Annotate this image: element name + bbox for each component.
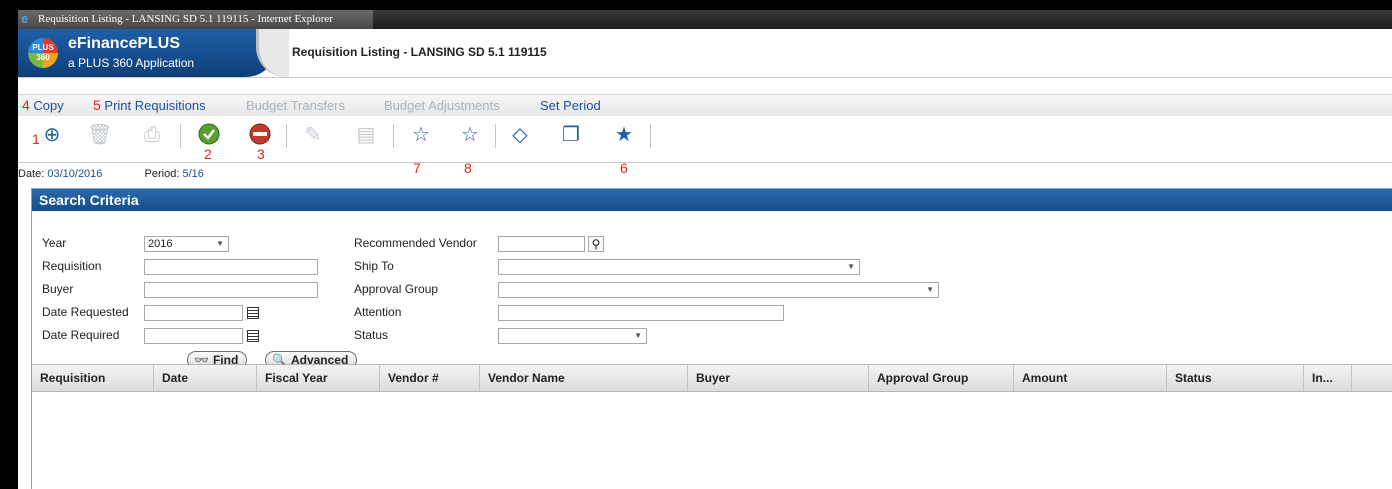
menu-item-budget-transfers[interactable]: Budget Transfers [246, 95, 345, 116]
approval-group-label: Approval Group [354, 282, 439, 296]
date-requested-label: Date Requested [42, 305, 129, 319]
brand-area: PLUS 360 eFinancePLUS a PLUS 360 Applica… [18, 29, 276, 77]
add-icon[interactable]: ⊕ [40, 123, 64, 147]
requisition-input[interactable] [144, 259, 318, 275]
callout-6: 6 [620, 160, 628, 176]
menu-item-label: Budget Adjustments [384, 98, 500, 113]
column-date[interactable]: Date [154, 365, 257, 391]
copy-icon[interactable]: ❐ [559, 123, 583, 147]
date-requested-input[interactable] [144, 305, 243, 321]
callout-7: 7 [413, 160, 421, 176]
chevron-down-icon: ▼ [634, 331, 642, 340]
menu-item-label: Budget Transfers [246, 98, 345, 113]
callout-1: 1 [32, 131, 40, 147]
status-select[interactable]: ▼ [498, 328, 647, 344]
ok-icon[interactable] [197, 123, 221, 147]
session-info: Date: 03/10/2016 Period: 5/16 [18, 168, 204, 180]
panel-header: Search Criteria [32, 189, 1392, 211]
menu-item-copy[interactable]: 4 Copy [22, 95, 64, 116]
menu-item-print-requisitions[interactable]: 5 Print Requisitions [93, 95, 206, 116]
column-approval-group[interactable]: Approval Group [869, 365, 1014, 391]
date-required-label: Date Required [42, 328, 120, 342]
buyer-label: Buyer [42, 282, 74, 296]
column-vendor-name[interactable]: Vendor Name [480, 365, 688, 391]
column-requisition[interactable]: Requisition [32, 365, 154, 391]
diamond-icon[interactable]: ◇ [508, 123, 532, 147]
star-outline-icon[interactable]: ☆ [458, 123, 482, 147]
calendar-icon[interactable] [247, 307, 259, 319]
toolbar: 1 ⊕ 🗑 ⎙ 2 3 ✎ ▤ ☆ 7 ☆ 8 ◇ ❐ ★ 6 [18, 116, 1392, 176]
approval-group-select[interactable]: ▼ [498, 282, 939, 298]
menu-item-label: Set Period [540, 98, 601, 113]
app-subtitle: a PLUS 360 Application [68, 56, 195, 70]
toolbar-separator [495, 124, 496, 148]
star-filled-icon[interactable]: ★ [612, 123, 636, 147]
ship-to-label: Ship To [354, 259, 394, 273]
column-buyer[interactable]: Buyer [688, 365, 869, 391]
period-label: Period: [144, 168, 180, 180]
edit-document-icon[interactable]: ✎ [301, 123, 325, 147]
document-icon[interactable]: ▤ [354, 123, 378, 147]
column-fiscal-year[interactable]: Fiscal Year [257, 365, 380, 391]
callout-8: 8 [464, 160, 472, 176]
search-criteria-panel: Search Criteria Year 2016 ▼ Requisition B… [31, 188, 1392, 489]
page-title: Requisition Listing - LANSING SD 5.1 119… [292, 45, 547, 59]
toolbar-separator [180, 124, 181, 148]
back-icon[interactable] [248, 123, 272, 147]
date-label: Date: [18, 168, 45, 180]
menu-item-budget-adjustments[interactable]: Budget Adjustments [384, 95, 500, 116]
callout-label: 4 [22, 97, 30, 113]
column-status[interactable]: Status [1167, 365, 1304, 391]
year-label: Year [42, 236, 67, 250]
window-title: Requisition Listing - LANSING SD 5.1 119… [38, 13, 333, 25]
results-grid-header: Requisition Date Fiscal Year Vendor # Ve… [32, 364, 1392, 392]
status-label: Status [354, 328, 389, 342]
column-vendor-number[interactable]: Vendor # [380, 365, 480, 391]
attention-label: Attention [354, 305, 402, 319]
chevron-down-icon: ▼ [926, 285, 934, 294]
year-select[interactable]: 2016 ▼ [144, 236, 229, 252]
column-in[interactable]: In... [1304, 365, 1352, 391]
print-icon[interactable]: ⎙ [140, 123, 164, 147]
star-outline-icon[interactable]: ☆ [409, 123, 433, 147]
app-banner: PLUS 360 eFinancePLUS a PLUS 360 Applica… [18, 29, 1392, 78]
attention-input[interactable] [498, 305, 784, 321]
calendar-icon[interactable] [247, 330, 259, 342]
date-required-input[interactable] [144, 328, 243, 344]
browser-window: e Requisition Listing - LANSING SD 5.1 1… [18, 10, 1392, 489]
app-name: eFinancePLUS [68, 35, 181, 52]
ship-to-select[interactable]: ▼ [498, 259, 860, 275]
action-menu: 4 Copy 5 Print Requisitions Budget Trans… [18, 94, 1392, 117]
column-amount[interactable]: Amount [1014, 365, 1167, 391]
menu-item-set-period[interactable]: Set Period [540, 95, 601, 116]
delete-icon[interactable]: 🗑 [87, 123, 112, 147]
callout-3: 3 [257, 146, 265, 162]
plus360-logo: PLUS 360 [28, 38, 58, 68]
search-icon[interactable]: ⚲ [588, 236, 604, 252]
chevron-down-icon: ▼ [216, 239, 224, 248]
toolbar-separator [393, 124, 394, 148]
window-titlebar: e Requisition Listing - LANSING SD 5.1 1… [18, 10, 1392, 29]
period-value[interactable]: 5/16 [182, 168, 203, 180]
recommended-vendor-label: Recommended Vendor [354, 236, 477, 250]
callout-2: 2 [204, 146, 212, 162]
menu-item-label: Print Requisitions [104, 98, 206, 113]
panel-title: Search Criteria [39, 192, 139, 208]
chevron-down-icon: ▼ [847, 262, 855, 271]
internet-explorer-icon: e [21, 11, 29, 26]
callout-label: 5 [93, 97, 101, 113]
date-value: 03/10/2016 [47, 168, 103, 180]
recommended-vendor-input[interactable] [498, 236, 585, 252]
requisition-label: Requisition [42, 259, 102, 273]
buyer-input[interactable] [144, 282, 318, 298]
toolbar-separator [650, 124, 651, 148]
toolbar-separator [286, 124, 287, 148]
menu-item-label: Copy [33, 98, 64, 113]
